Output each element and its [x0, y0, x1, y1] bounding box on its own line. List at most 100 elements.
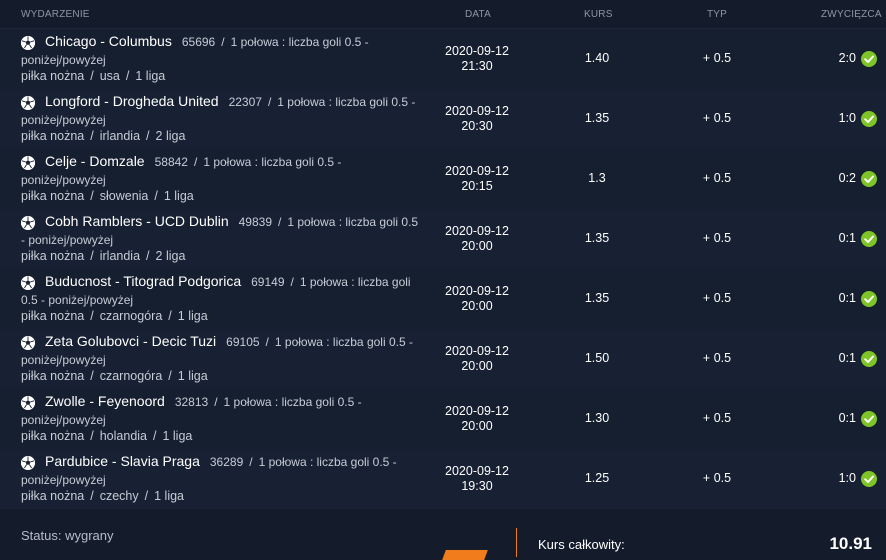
event-time: 20:00	[461, 419, 493, 433]
event-time: 21:30	[461, 59, 493, 73]
event-info: Celje - Domzale 58842/1 połowa : liczba g…	[21, 152, 421, 189]
event-datetime: 2020-09-12 20:00	[437, 284, 517, 314]
bet-row[interactable]: Zeta Golubovci - Decic Tuzi 69105/1 połow…	[0, 329, 886, 390]
sport-name: piłka nożna	[21, 69, 85, 83]
separator: /	[267, 95, 272, 109]
separator: /	[146, 249, 150, 263]
match-teams[interactable]: Buducnost - Titograd Podgorica	[45, 273, 241, 289]
odds-value: 1.40	[584, 51, 610, 65]
country-name: czarnogóra	[99, 309, 163, 323]
separator: /	[90, 429, 94, 443]
league-name: 1 liga	[154, 489, 185, 503]
bet-type: + 0.5	[702, 171, 732, 185]
event-datetime: 2020-09-12 20:30	[437, 104, 517, 134]
event-datetime: 2020-09-12 20:00	[437, 224, 517, 254]
divider	[516, 528, 517, 557]
separator: /	[90, 489, 94, 503]
separator: /	[265, 335, 269, 349]
separator: /	[90, 369, 94, 383]
bet-row[interactable]: Chicago - Columbus 65696/1 połowa : liczb…	[0, 29, 886, 90]
separator: /	[90, 129, 94, 143]
league-breadcrumb: piłka nożna / czarnogóra / 1 liga	[21, 309, 208, 323]
event-code: 36289	[209, 455, 244, 469]
check-circle-icon	[861, 471, 877, 487]
header-type: TYP	[707, 9, 728, 20]
final-score: 0:1	[838, 351, 856, 365]
event-info: Pardubice - Slavia Praga 36289/1 połowa :…	[21, 452, 421, 489]
bet-type: + 0.5	[702, 51, 732, 65]
separator: /	[90, 309, 94, 323]
separator: /	[193, 155, 198, 169]
final-score: 2:0	[838, 51, 856, 65]
separator: /	[278, 215, 282, 229]
match-teams[interactable]: Celje - Domzale	[45, 153, 145, 169]
final-score: 0:1	[838, 231, 856, 245]
event-date: 2020-09-12	[445, 284, 509, 298]
event-code: 65696	[181, 35, 216, 49]
odds-value: 1.35	[584, 291, 610, 305]
separator: /	[144, 489, 149, 503]
country-name: słowenia	[99, 189, 149, 203]
bet-row[interactable]: Longford - Drogheda United 22307/1 połowa…	[0, 89, 886, 150]
event-datetime: 2020-09-12 20:00	[437, 344, 517, 374]
event-time: 20:00	[461, 239, 493, 253]
bet-type: + 0.5	[702, 231, 732, 245]
bet-row[interactable]: Zwolle - Feyenoord 32813/1 połowa : liczb…	[0, 389, 886, 450]
check-circle-icon	[861, 171, 877, 187]
country-name: irlandia	[99, 249, 141, 263]
final-score: 1:0	[838, 111, 856, 125]
total-odds-value: 10.91	[829, 534, 872, 553]
bet-row[interactable]: Cobh Ramblers - UCD Dublin 49839/1 połowa…	[0, 209, 886, 270]
bet-type: + 0.5	[702, 291, 732, 305]
league-breadcrumb: piłka nożna / usa / 1 liga	[21, 69, 165, 83]
match-teams[interactable]: Chicago - Columbus	[45, 33, 172, 49]
event-date: 2020-09-12	[445, 164, 509, 178]
odds-value: 1.30	[584, 411, 610, 425]
league-breadcrumb: piłka nożna / czarnogóra / 1 liga	[21, 369, 208, 383]
event-date: 2020-09-12	[445, 464, 509, 478]
event-date: 2020-09-12	[445, 224, 509, 238]
action-tab[interactable]	[442, 550, 488, 560]
sport-name: piłka nożna	[21, 489, 85, 503]
final-score: 0:1	[838, 411, 856, 425]
league-name: 1 liga	[177, 369, 208, 383]
event-date: 2020-09-12	[445, 404, 509, 418]
event-time: 19:30	[461, 479, 493, 493]
match-teams[interactable]: Zwolle - Feyenoord	[45, 393, 165, 409]
match-teams[interactable]: Cobh Ramblers - UCD Dublin	[45, 213, 229, 229]
match-teams[interactable]: Longford - Drogheda United	[45, 93, 219, 109]
match-teams[interactable]: Zeta Golubovci - Decic Tuzi	[45, 333, 216, 349]
event-date: 2020-09-12	[445, 104, 509, 118]
event-code: 69105	[226, 335, 260, 349]
event-info: Zeta Golubovci - Decic Tuzi 69105/1 połow…	[21, 332, 421, 369]
event-time: 20:15	[461, 179, 493, 193]
sport-name: piłka nożna	[21, 249, 85, 263]
sport-name: piłka nożna	[21, 129, 85, 143]
odds-value: 1.35	[584, 231, 610, 245]
separator: /	[221, 35, 225, 49]
event-time: 20:00	[461, 299, 493, 313]
bet-row[interactable]: Buducnost - Titograd Podgorica 69149/1 po…	[0, 269, 886, 330]
separator: /	[90, 69, 94, 83]
header-date: DATA	[465, 9, 491, 20]
sport-name: piłka nożna	[21, 429, 85, 443]
event-datetime: 2020-09-12 19:30	[437, 464, 517, 494]
league-name: 1 liga	[162, 429, 193, 443]
event-date: 2020-09-12	[445, 344, 509, 358]
separator: /	[90, 189, 94, 203]
country-name: czarnogóra	[99, 369, 163, 383]
bet-row[interactable]: Pardubice - Slavia Praga 36289/1 połowa :…	[0, 449, 886, 510]
match-teams[interactable]: Pardubice - Slavia Praga	[45, 453, 200, 469]
event-info: Zwolle - Feyenoord 32813/1 połowa : liczb…	[21, 392, 421, 429]
event-code: 69149	[251, 275, 285, 289]
sport-name: piłka nożna	[21, 369, 85, 383]
bet-row[interactable]: Celje - Domzale 58842/1 połowa : liczba g…	[0, 149, 886, 210]
header-event: WYDARZENIE	[21, 9, 90, 20]
event-info: Chicago - Columbus 65696/1 połowa : liczb…	[21, 32, 421, 69]
total-odds-label: Kurs całkowity:	[538, 537, 625, 552]
odds-value: 1.3	[588, 171, 606, 185]
check-circle-icon	[861, 231, 877, 247]
event-code: 22307	[228, 95, 262, 109]
header-odds: KURS	[584, 9, 613, 20]
separator: /	[214, 395, 218, 409]
